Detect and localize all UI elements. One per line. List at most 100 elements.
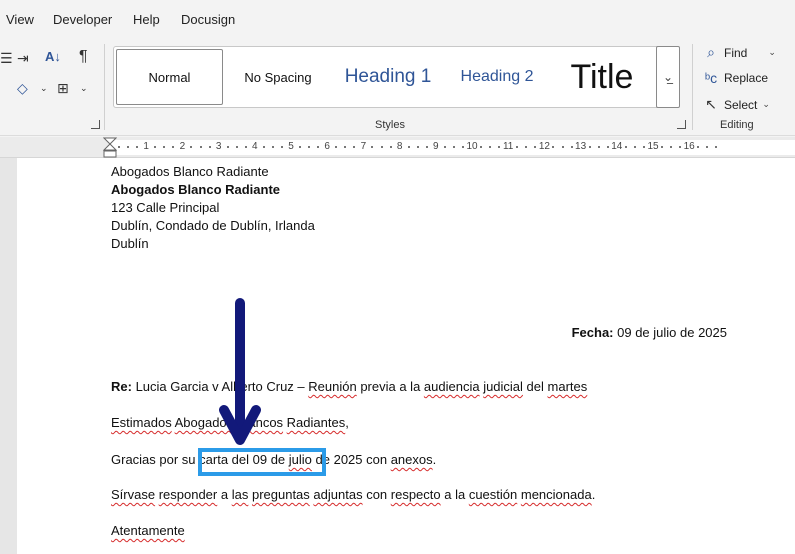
style-normal[interactable]: Normal [116, 49, 223, 105]
sender-name-bold: Abogados Blanco Radiante [111, 182, 281, 197]
styles-more-button[interactable]: ⌄̲ [656, 46, 680, 108]
ruler-tick [262, 146, 265, 148]
salutation-text: , [345, 415, 349, 430]
indent-marker-icon[interactable] [103, 137, 117, 158]
ruler-tick [190, 146, 193, 148]
style-heading-2[interactable]: Heading 2 [448, 49, 546, 105]
ruler-tick [416, 146, 419, 148]
spelling-word: respecto [390, 487, 441, 502]
styles-group-label: Styles [375, 119, 405, 131]
group-separator [692, 44, 693, 130]
ruler-number: 11 [502, 141, 514, 152]
ruler-tick [642, 146, 645, 148]
sender-line: Abogados Blanco Radiante [111, 164, 269, 179]
ruler-tick [498, 146, 501, 148]
spelling-word: las [231, 487, 249, 502]
address-line-3: Dublín [111, 236, 149, 251]
ruler-tick [624, 146, 627, 148]
spelling-word: Reunión [308, 379, 357, 394]
menu-help[interactable]: Help [133, 12, 160, 27]
ruler-tick [353, 146, 356, 148]
ruler-tick [588, 146, 591, 148]
find-button[interactable]: ⌕ Find ⌄ [703, 44, 776, 61]
ruler-tick [118, 146, 121, 148]
ruler-tick [633, 146, 636, 148]
ruler-tick [208, 146, 211, 148]
ruler-number: 9 [433, 141, 439, 152]
body-line-2: Sírvase responder a las preguntas adjunt… [111, 486, 595, 504]
menu-developer[interactable]: Developer [53, 12, 112, 27]
spelling-word: preguntas [251, 487, 310, 502]
address-line-1: 123 Calle Principal [111, 200, 220, 215]
ruler-tick [172, 146, 175, 148]
document-page[interactable]: Abogados Blanco Radiante Abogados Blanco… [17, 158, 795, 554]
paragraph-launcher-icon[interactable] [91, 120, 100, 129]
ruler-tick [570, 146, 573, 148]
borders-icon[interactable]: ⊞ [57, 80, 69, 97]
subject-text: del [522, 379, 548, 394]
ruler-number: 10 [466, 141, 478, 152]
spelling-word: Estimados [111, 415, 172, 430]
spelling-word: cuestión [468, 487, 518, 502]
select-label: Select [724, 97, 758, 112]
ruler-number: 13 [575, 141, 587, 152]
body-text: . [432, 452, 437, 467]
ruler-tick [525, 146, 528, 148]
ruler-tick [226, 146, 229, 148]
menu-docusign[interactable]: Docusign [181, 12, 235, 27]
ruler-number: 4 [252, 141, 258, 152]
select-button[interactable]: ↖ Select ⌄ [703, 96, 770, 113]
styles-launcher-icon[interactable] [677, 120, 686, 129]
ruler-tick [308, 146, 311, 148]
bullets-icon[interactable]: ☰ [0, 50, 13, 67]
search-icon: ⌕ [707, 44, 715, 60]
shading-icon[interactable]: ◇ [17, 80, 28, 97]
ruler-tick [199, 146, 202, 148]
spelling-word: judicial [483, 379, 523, 394]
find-label: Find [724, 45, 748, 60]
replace-button[interactable]: ᵇc Replace [703, 70, 768, 86]
ruler-tick [552, 146, 555, 148]
body-text: . [591, 487, 596, 502]
menu-bar: View Developer Help Docusign [0, 0, 795, 38]
ruler-tick [371, 146, 374, 148]
shading-dropdown-icon[interactable]: ⌄ [40, 83, 48, 94]
chevron-down-icon: ⌄ [762, 99, 770, 109]
ruler-tick [516, 146, 519, 148]
indent-increase-icon[interactable]: ⇥ [17, 50, 29, 67]
document-area: Abogados Blanco Radiante Abogados Blanco… [0, 158, 795, 554]
style-no-spacing[interactable]: No Spacing [226, 49, 330, 105]
ruler-tick [163, 146, 166, 148]
spelling-word: Sírvase [111, 487, 156, 502]
borders-dropdown-icon[interactable]: ⌄ [80, 83, 88, 94]
ruler-tick [136, 146, 139, 148]
horizontal-ruler[interactable]: 1 2 3 4 5 6 7 8 9 10 11 12 13 14 15 16 [0, 137, 795, 158]
style-title[interactable]: Title [552, 49, 652, 105]
ruler-tick [679, 146, 682, 148]
styles-gallery: Normal No Spacing Heading 1 Heading 2 Ti… [113, 46, 680, 108]
sort-icon[interactable]: A↓ [45, 49, 61, 64]
ruler-tick [389, 146, 392, 148]
ruler-tick [606, 146, 609, 148]
ruler-tick [335, 146, 338, 148]
ruler-tick [561, 146, 564, 148]
ruler-number: 8 [396, 141, 403, 152]
body-text: Gracias por su [111, 452, 200, 467]
body-text: con [362, 487, 391, 502]
address-line-2: Dublín, Condado de Dublín, Irlanda [111, 218, 315, 233]
ruler-tick [407, 146, 410, 148]
chevron-down-icon: ⌄ [768, 47, 776, 57]
spelling-word: audiencia [423, 379, 480, 394]
ruler-tick [489, 146, 492, 148]
style-heading-1[interactable]: Heading 1 [332, 49, 444, 105]
pilcrow-icon[interactable]: ¶ [79, 48, 88, 66]
ruler-tick [271, 146, 274, 148]
ruler-tick [443, 146, 446, 148]
ruler-tick [461, 146, 464, 148]
ruler-number: 14 [611, 141, 623, 152]
ruler-number: 16 [683, 141, 695, 152]
ruler-number: 3 [215, 141, 222, 152]
ribbon: ☰ ⇥ A↓ ¶ ◇ ⌄ ⊞ ⌄ Normal No Spacing Headi… [0, 38, 795, 136]
menu-view[interactable]: View [6, 12, 34, 27]
ruler-number: 15 [647, 141, 659, 152]
